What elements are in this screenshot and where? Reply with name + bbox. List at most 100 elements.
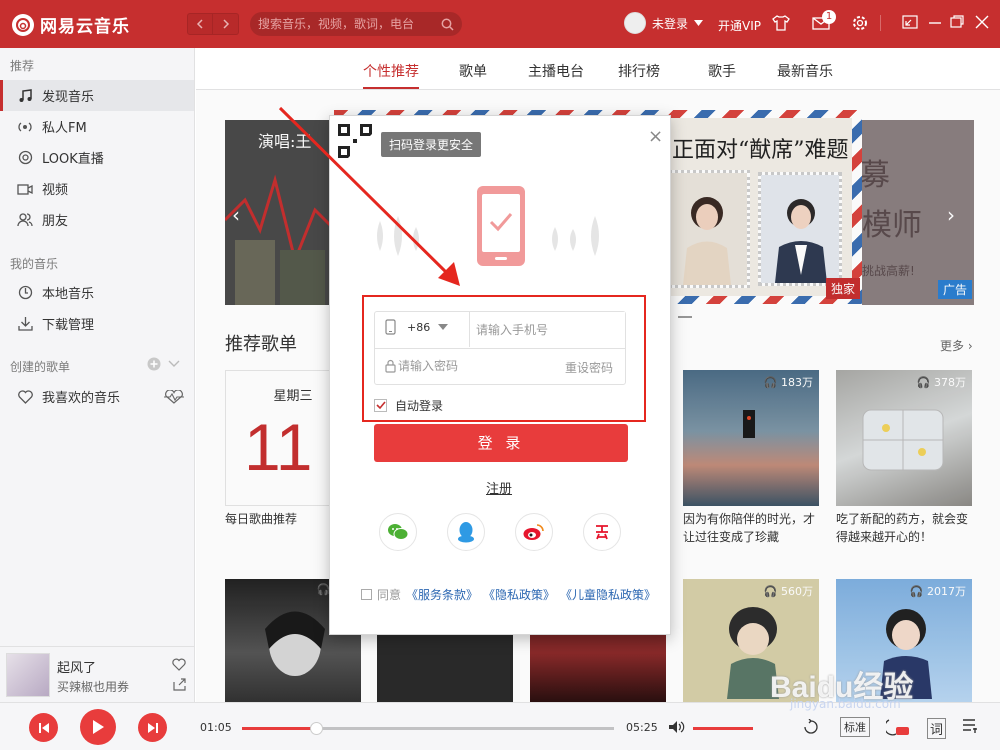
download-icon	[17, 316, 33, 332]
playlist-queue-icon[interactable]	[962, 718, 980, 734]
sidebar: 推荐 发现音乐 私人FM LOOK直播 视频 朋友 我的音乐 本地音乐 下载管理…	[0, 48, 195, 646]
progress-handle[interactable]	[310, 722, 324, 735]
close-window-icon[interactable]	[974, 14, 990, 30]
add-playlist-icon[interactable]	[147, 357, 161, 371]
login-button[interactable]: 登 录	[374, 424, 628, 462]
search-icon[interactable]	[441, 18, 454, 31]
active-tab-underline	[363, 87, 419, 89]
netease-logo-icon	[12, 13, 34, 36]
song-artist[interactable]: 买辣椒也用券	[57, 678, 129, 695]
sidebar-item-download[interactable]: 下载管理	[0, 308, 194, 339]
lyric-button[interactable]: 词	[927, 718, 947, 739]
now-playing-panel: 起风了 买辣椒也用券	[0, 646, 195, 702]
privacy-link[interactable]: 《隐私政策》	[483, 586, 555, 603]
song-title[interactable]: 起风了	[57, 657, 96, 676]
tab-new-music[interactable]: 最新音乐	[777, 61, 833, 81]
total-time: 05:25	[626, 721, 658, 734]
weibo-icon	[523, 523, 545, 541]
search-box	[250, 12, 462, 36]
volume-slider[interactable]	[693, 727, 753, 730]
discover-tabs: 个性推荐 歌单 主播电台 排行榜 歌手 最新音乐	[196, 48, 1000, 90]
wechat-icon	[387, 523, 409, 541]
local-music-icon	[17, 285, 33, 301]
phone-illustration	[475, 184, 527, 270]
search-input[interactable]	[258, 17, 428, 31]
history-nav	[187, 13, 239, 35]
music-note-icon	[17, 88, 33, 104]
forward-button[interactable]	[213, 13, 239, 35]
chevron-down-icon[interactable]	[694, 20, 704, 26]
sound-effect-icon[interactable]	[886, 718, 910, 736]
tab-personal-recommend[interactable]: 个性推荐	[363, 61, 419, 81]
quality-button[interactable]: 标准	[840, 717, 870, 737]
qq-login-button[interactable]	[447, 513, 485, 551]
tab-artists[interactable]: 歌手	[708, 61, 736, 81]
back-button[interactable]	[187, 13, 213, 35]
minimize-icon[interactable]	[927, 14, 943, 30]
current-time: 01:05	[200, 721, 232, 734]
sidebar-item-label: 下载管理	[42, 318, 95, 333]
sidebar-item-label: 私人FM	[42, 121, 87, 136]
volume-icon[interactable]	[668, 720, 686, 734]
sidebar-item-look-live[interactable]: LOOK直播	[0, 142, 194, 173]
friends-icon	[17, 212, 33, 228]
sidebar-item-label: LOOK直播	[42, 152, 104, 167]
like-heart-icon[interactable]	[172, 658, 186, 671]
register-link[interactable]: 注册	[486, 478, 512, 497]
weibo-login-button[interactable]	[515, 513, 553, 551]
video-icon	[17, 181, 33, 197]
loop-mode-icon[interactable]	[802, 719, 820, 735]
album-cover[interactable]	[6, 653, 50, 697]
child-privacy-link[interactable]: 《儿童隐私政策》	[560, 586, 656, 603]
radio-icon	[17, 119, 33, 135]
title-bar: 网易云音乐 未登录 开通VIP 1	[0, 0, 1000, 48]
next-track-button[interactable]	[138, 713, 167, 742]
sidebar-item-label: 发现音乐	[42, 90, 95, 105]
heart-icon	[17, 389, 33, 405]
tab-radio[interactable]: 主播电台	[528, 61, 584, 81]
close-icon[interactable]: ×	[648, 126, 663, 147]
tab-playlists[interactable]: 歌单	[459, 61, 487, 81]
user-menu[interactable]: 未登录	[624, 12, 704, 34]
avatar[interactable]	[624, 12, 646, 34]
sidebar-item-label: 朋友	[42, 214, 69, 229]
sidebar-item-discover[interactable]: 发现音乐	[0, 80, 194, 111]
netease-mail-login-button[interactable]	[583, 513, 621, 551]
annotation-highlight-box	[362, 295, 646, 422]
maximize-icon[interactable]	[949, 14, 965, 30]
agreement-checkbox[interactable]	[361, 589, 372, 600]
settings-gear-icon[interactable]	[851, 14, 869, 32]
sidebar-item-fm[interactable]: 私人FM	[0, 111, 194, 142]
vip-link[interactable]: 开通VIP	[718, 17, 761, 34]
sidebar-item-video[interactable]: 视频	[0, 173, 194, 204]
mini-mode-icon[interactable]	[902, 14, 918, 30]
heartbeat-mode-icon[interactable]	[163, 390, 185, 404]
share-icon[interactable]	[173, 678, 186, 691]
sidebar-section-created: 创建的歌单	[10, 360, 71, 374]
previous-track-button[interactable]	[29, 713, 58, 742]
skin-icon[interactable]	[772, 14, 790, 32]
sidebar-item-friends[interactable]: 朋友	[0, 204, 194, 235]
user-name[interactable]: 未登录	[652, 15, 688, 32]
wechat-login-button[interactable]	[379, 513, 417, 551]
sidebar-item-label: 视频	[42, 183, 69, 198]
terms-link[interactable]: 《服务条款》	[406, 586, 478, 603]
qq-icon	[457, 521, 475, 543]
sidebar-section-my-music: 我的音乐	[10, 257, 59, 271]
app-name: 网易云音乐	[40, 17, 130, 37]
annotation-arrow	[278, 106, 460, 286]
sidebar-section-recommend: 推荐	[10, 59, 35, 73]
app-logo[interactable]: 网易云音乐	[12, 12, 130, 37]
sidebar-item-local-music[interactable]: 本地音乐	[0, 277, 194, 308]
message-count-badge: 1	[822, 10, 836, 24]
collapse-chevron-icon[interactable]	[168, 360, 180, 368]
play-button[interactable]	[80, 709, 116, 745]
tab-charts[interactable]: 排行榜	[618, 61, 660, 81]
sidebar-item-label: 本地音乐	[42, 287, 95, 302]
agreement: 同意 《服务条款》 《隐私政策》 《儿童隐私政策》	[361, 586, 656, 603]
netease-mail-icon	[593, 523, 611, 541]
progress-fill	[242, 727, 317, 730]
title-divider	[880, 15, 881, 31]
sidebar-item-label: 我喜欢的音乐	[42, 391, 121, 406]
agree-label: 同意	[377, 588, 402, 602]
